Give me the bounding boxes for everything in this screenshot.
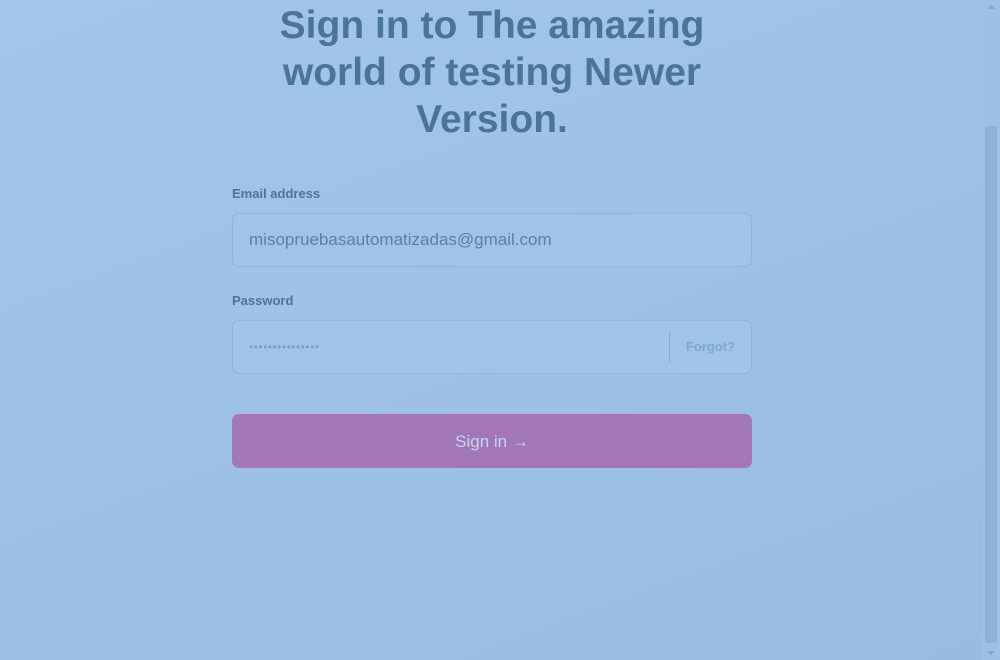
page-title: Sign in to The amazing world of testing … — [279, 4, 705, 141]
signin-button[interactable]: Sign in → — [232, 414, 752, 468]
scroll-up-arrow-icon[interactable] — [987, 4, 995, 9]
scroll-thumb[interactable] — [985, 126, 997, 643]
vertical-scrollbar[interactable] — [983, 0, 1000, 660]
forgot-password-link[interactable]: Forgot? — [686, 321, 735, 373]
password-divider — [669, 332, 670, 362]
email-label: Email address — [232, 186, 321, 201]
password-field[interactable]: ••••••••••••••• Forgot? — [232, 320, 752, 374]
email-input[interactable] — [249, 214, 729, 266]
scroll-down-arrow-icon[interactable] — [987, 651, 995, 656]
password-input[interactable]: ••••••••••••••• — [249, 321, 659, 373]
password-label: Password — [232, 293, 294, 308]
email-field[interactable] — [232, 213, 752, 267]
signin-form: Email address Password ••••••••••••••• F… — [232, 185, 752, 468]
